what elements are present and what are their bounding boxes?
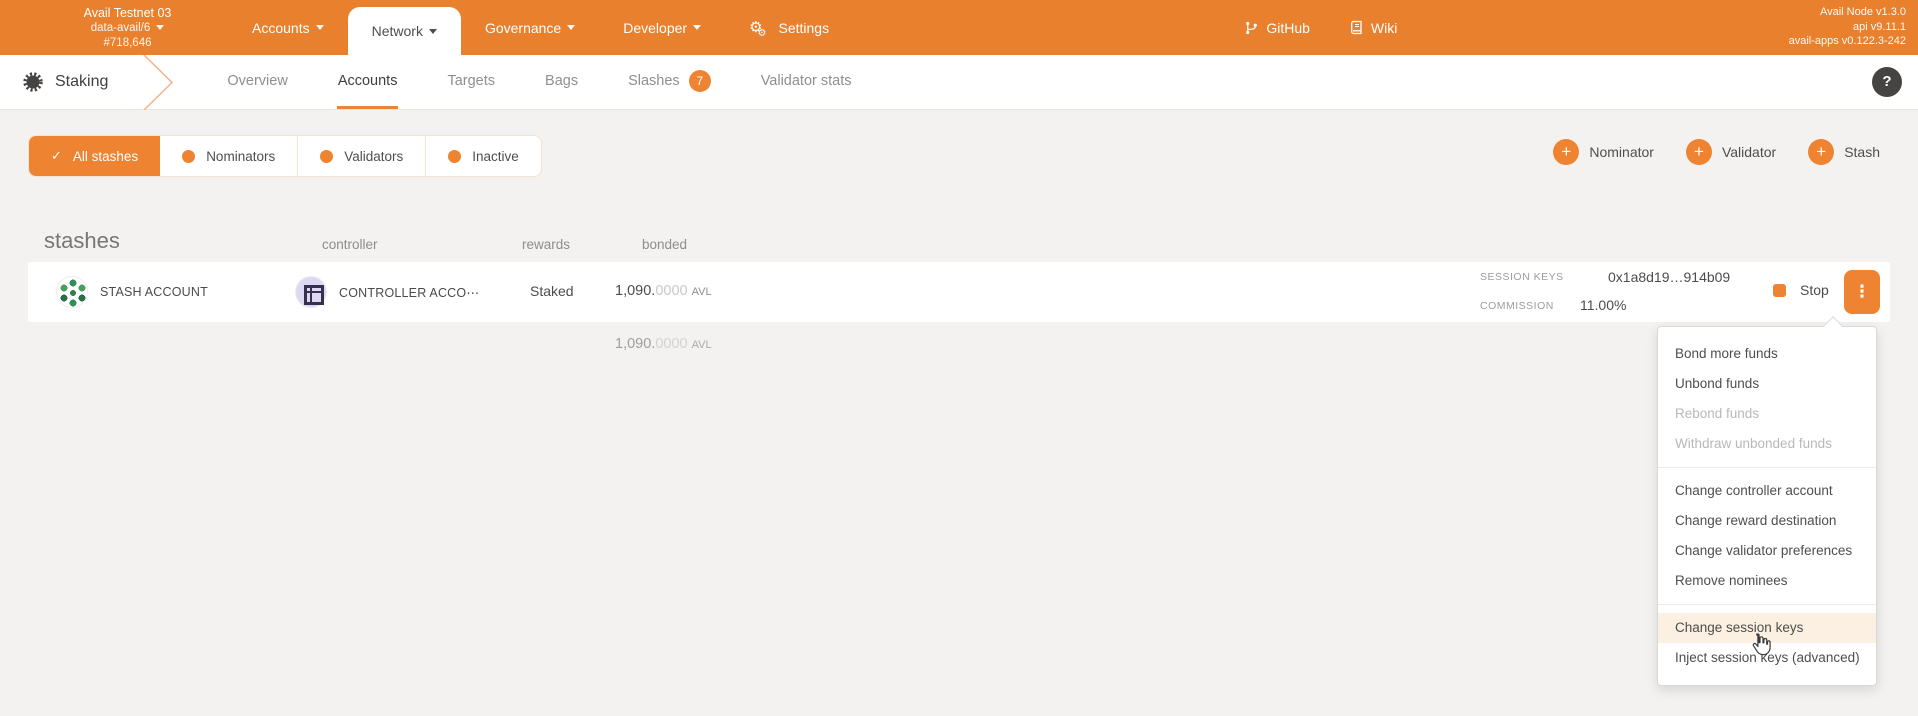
- add-nominator-button[interactable]: + Nominator: [1553, 139, 1654, 165]
- plus-icon: +: [1808, 139, 1834, 165]
- tab-bar: Staking Overview Accounts Targets Bags S…: [0, 55, 1918, 110]
- add-validator-button[interactable]: + Validator: [1686, 139, 1776, 165]
- orange-dot-icon: [182, 150, 195, 163]
- stash-identicon: [56, 276, 88, 308]
- version-info: Avail Node v1.3.0 api v9.11.1 avail-apps…: [1789, 5, 1906, 55]
- breadcrumb-chevron: [140, 55, 180, 110]
- table-header: stashes controller rewards bonded: [28, 200, 1890, 262]
- menu-item-unbond-funds[interactable]: Unbond funds: [1658, 369, 1876, 399]
- tabs: Overview Accounts Targets Bags Slashes7 …: [202, 55, 876, 109]
- stash-account-name[interactable]: STASH ACCOUNT: [100, 285, 208, 299]
- slashes-count-badge: 7: [689, 70, 711, 92]
- session-keys-label: SESSION KEYS: [1480, 271, 1564, 283]
- menu-divider: [1658, 467, 1876, 468]
- github-link[interactable]: GitHub: [1224, 0, 1330, 55]
- filter-nominators[interactable]: Nominators: [160, 136, 298, 176]
- menu-item-remove-nominees[interactable]: Remove nominees: [1658, 566, 1876, 596]
- tab-bags[interactable]: Bags: [544, 55, 579, 109]
- filter-inactive[interactable]: Inactive: [426, 136, 541, 176]
- menu-item-rebond-funds: Rebond funds: [1658, 399, 1876, 429]
- plus-icon: +: [1553, 139, 1579, 165]
- column-controller: controller: [322, 237, 378, 252]
- staking-gear-icon: [22, 71, 44, 93]
- gear-icon: ⚙⚙: [749, 18, 771, 36]
- content: ✓ All stashes Nominators Validators Inac…: [0, 110, 1918, 716]
- api-version: api v9.11.1: [1789, 20, 1906, 35]
- spacer: [1417, 0, 1788, 55]
- menu-item-change-session-keys[interactable]: Change session keys: [1658, 613, 1876, 643]
- chain-block-number: #718,646: [55, 36, 200, 51]
- chevron-down-icon: [156, 25, 164, 30]
- app-title-label: Staking: [55, 73, 108, 91]
- nav-developer[interactable]: Developer: [599, 0, 725, 55]
- chain-node: data-avail/6: [55, 21, 200, 36]
- table-row: STASH ACCOUNT CONTROLLER ACCO⋯ Staked 1,…: [28, 262, 1890, 322]
- git-branch-icon: [1244, 20, 1259, 36]
- orange-dot-icon: [320, 150, 333, 163]
- chevron-down-icon: [693, 25, 701, 30]
- menu-item-change-validator-preferences[interactable]: Change validator preferences: [1658, 536, 1876, 566]
- row-actions-menu: Bond more funds Unbond funds Rebond fund…: [1657, 326, 1877, 686]
- nav-accounts[interactable]: Accounts: [228, 0, 348, 55]
- add-actions: + Nominator + Validator + Stash: [1521, 139, 1880, 165]
- node-version: Avail Node v1.3.0: [1789, 5, 1906, 20]
- chain-name: Avail Testnet 03: [55, 6, 200, 21]
- stop-button[interactable]: Stop: [1773, 282, 1829, 298]
- check-icon: ✓: [51, 148, 62, 164]
- row-menu-button[interactable]: ⋮: [1844, 270, 1880, 314]
- filter-validators[interactable]: Validators: [298, 136, 426, 176]
- help-button[interactable]: ?: [1872, 67, 1902, 97]
- app-title: Staking: [22, 55, 108, 109]
- tab-overview[interactable]: Overview: [226, 55, 288, 109]
- menu-divider: [1658, 604, 1876, 605]
- main-nav: Accounts Network Governance Developer ⚙⚙…: [228, 0, 853, 55]
- commission-value: 11.00%: [1580, 297, 1626, 313]
- plus-icon: +: [1686, 139, 1712, 165]
- nav-network[interactable]: Network: [348, 7, 461, 55]
- menu-item-inject-session-keys[interactable]: Inject session keys (advanced): [1658, 643, 1876, 673]
- bonded-total: 1,090.0000AVL: [615, 336, 712, 352]
- controller-identicon: [295, 276, 327, 308]
- column-bonded: bonded: [642, 237, 687, 252]
- tab-validator-stats[interactable]: Validator stats: [760, 55, 853, 109]
- menu-item-change-reward-destination[interactable]: Change reward destination: [1658, 506, 1876, 536]
- tab-targets[interactable]: Targets: [446, 55, 496, 109]
- nav-settings[interactable]: ⚙⚙ Settings: [725, 0, 853, 55]
- add-stash-button[interactable]: + Stash: [1808, 139, 1880, 165]
- table-title: stashes: [44, 228, 120, 254]
- chevron-down-icon: [316, 25, 324, 30]
- chevron-down-icon: [429, 29, 437, 34]
- stash-filter-group: ✓ All stashes Nominators Validators Inac…: [28, 135, 542, 177]
- tab-slashes[interactable]: Slashes7: [627, 55, 712, 109]
- controller-cell: CONTROLLER ACCO⋯: [295, 276, 479, 308]
- commission-label: COMMISSION: [1480, 300, 1554, 312]
- spacer: [853, 0, 1224, 55]
- chain-selector[interactable]: Avail Testnet 03 data-avail/6 #718,646: [55, 0, 200, 55]
- bonded-value: 1,090.0000AVL: [615, 283, 712, 299]
- wiki-link[interactable]: Wiki: [1330, 0, 1417, 55]
- stash-cell: STASH ACCOUNT: [56, 276, 208, 308]
- nav-governance[interactable]: Governance: [461, 0, 599, 55]
- tab-accounts[interactable]: Accounts: [337, 55, 399, 109]
- filter-all-stashes[interactable]: ✓ All stashes: [29, 136, 160, 176]
- menu-item-withdraw-unbonded-funds: Withdraw unbonded funds: [1658, 429, 1876, 459]
- stashes-table: stashes controller rewards bonded STASH …: [28, 200, 1890, 370]
- controller-account-name[interactable]: CONTROLLER ACCO⋯: [339, 285, 479, 300]
- column-rewards: rewards: [522, 237, 570, 252]
- rewards-value: Staked: [530, 283, 574, 299]
- apps-version: avail-apps v0.122.3-242: [1789, 34, 1906, 49]
- chevron-down-icon: [567, 25, 575, 30]
- stop-square-icon: [1773, 284, 1786, 297]
- menu-item-change-controller-account[interactable]: Change controller account: [1658, 476, 1876, 506]
- book-icon: [1350, 20, 1364, 35]
- orange-dot-icon: [448, 150, 461, 163]
- top-bar: Avail Testnet 03 data-avail/6 #718,646 A…: [0, 0, 1918, 55]
- table-footer: 1,090.0000AVL: [28, 322, 1890, 370]
- session-keys-value: 0x1a8d19…914b09: [1608, 269, 1730, 285]
- menu-item-bond-more-funds[interactable]: Bond more funds: [1658, 339, 1876, 369]
